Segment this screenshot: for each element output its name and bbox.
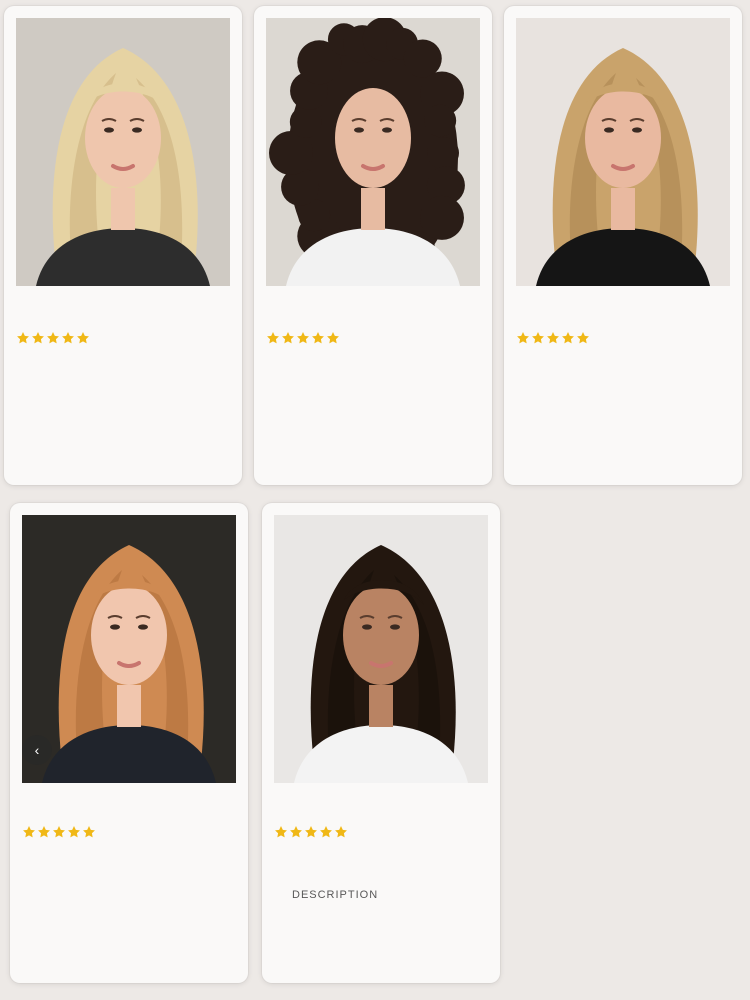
star-icon [67, 825, 81, 839]
review-card[interactable] [254, 6, 492, 485]
review-card[interactable] [4, 6, 242, 485]
star-icon [311, 331, 325, 345]
star-icon [326, 331, 340, 345]
star-rating [274, 825, 348, 839]
blonde-long-layered-hair-photo[interactable] [16, 18, 230, 286]
chevron-left-icon[interactable]: ‹ [22, 735, 52, 765]
dark-brown-voluminous-hair-photo[interactable] [274, 515, 488, 783]
review-text: DESCRIPTION [292, 889, 379, 901]
star-rating [266, 331, 340, 345]
star-rating [516, 331, 590, 345]
dark-curly-hair-photo[interactable] [266, 18, 480, 286]
star-icon [531, 331, 545, 345]
star-icon [561, 331, 575, 345]
review-card[interactable] [504, 6, 742, 485]
star-icon [334, 825, 348, 839]
star-rating [16, 331, 90, 345]
star-icon [76, 331, 90, 345]
star-icon [546, 331, 560, 345]
star-icon [31, 331, 45, 345]
star-icon [304, 825, 318, 839]
copper-red-wavy-hair-photo[interactable]: ‹ [22, 515, 236, 783]
star-icon [576, 331, 590, 345]
star-icon [52, 825, 66, 839]
review-card[interactable]: ‹ [10, 503, 248, 983]
star-icon [37, 825, 51, 839]
star-rating [22, 825, 96, 839]
star-icon [281, 331, 295, 345]
star-icon [274, 825, 288, 839]
star-icon [296, 331, 310, 345]
star-icon [61, 331, 75, 345]
star-icon [289, 825, 303, 839]
star-icon [516, 331, 530, 345]
honey-blonde-blowout-hair-photo[interactable] [516, 18, 730, 286]
star-icon [82, 825, 96, 839]
star-icon [266, 331, 280, 345]
star-icon [22, 825, 36, 839]
star-icon [319, 825, 333, 839]
star-icon [46, 331, 60, 345]
star-icon [16, 331, 30, 345]
review-card[interactable]: DESCRIPTION [262, 503, 500, 983]
